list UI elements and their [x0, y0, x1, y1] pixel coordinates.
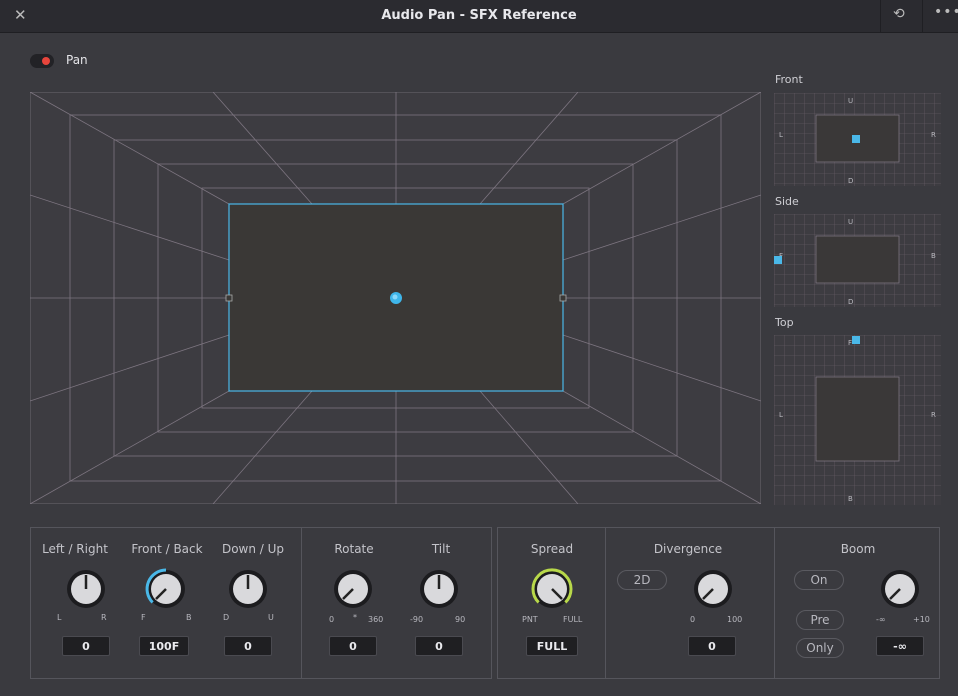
svg-text:F: F: [848, 339, 852, 347]
boom-only-toggle[interactable]: Only: [796, 638, 844, 658]
reset-icon[interactable]: ⟲: [893, 6, 905, 22]
side-view-label: Side: [775, 195, 799, 208]
pan-3d-view[interactable]: [30, 92, 761, 504]
down-up-value[interactable]: 0: [224, 636, 272, 656]
left-right-min: L: [57, 613, 62, 622]
svg-text:U: U: [848, 218, 853, 226]
plane-handle-left[interactable]: [225, 294, 233, 302]
pan-toggle-indicator: [42, 57, 50, 65]
left-right-max: R: [101, 613, 107, 622]
side-position-marker[interactable]: [774, 256, 782, 264]
top-view[interactable]: F B L R: [774, 335, 941, 505]
spread-knob[interactable]: [530, 567, 574, 611]
panel-divider: [301, 528, 302, 678]
pan-position-highlight: [392, 294, 398, 300]
position-panel: Left / Right L R 0 Front / Back F B 100F…: [30, 527, 492, 679]
spread-label: Spread: [530, 542, 574, 556]
tilt-label: Tilt: [431, 542, 451, 556]
title-separator: [922, 0, 923, 32]
front-back-max: B: [186, 613, 192, 622]
pan-toggle[interactable]: [30, 54, 54, 68]
top-view-label: Top: [775, 316, 794, 329]
panel-divider: [605, 528, 606, 678]
svg-text:B: B: [931, 252, 936, 260]
boom-value[interactable]: -∞: [876, 636, 924, 656]
boom-max: +10: [913, 615, 930, 624]
title-bar: ✕ Audio Pan - SFX Reference ⟲ •••: [0, 0, 958, 33]
front-back-min: F: [141, 613, 146, 622]
tilt-max: 90: [455, 615, 466, 624]
left-right-value[interactable]: 0: [62, 636, 110, 656]
front-back-knob[interactable]: [144, 567, 188, 611]
svg-text:B: B: [848, 495, 853, 503]
spread-min: PNT: [522, 615, 538, 624]
left-right-knob[interactable]: [64, 567, 108, 611]
plane-handle-right[interactable]: [559, 294, 567, 302]
front-back-value[interactable]: 100F: [139, 636, 189, 656]
side-view[interactable]: U D F B: [774, 214, 941, 307]
boom-knob[interactable]: [878, 567, 922, 611]
rotate-value[interactable]: 0: [329, 636, 377, 656]
window-title: Audio Pan - SFX Reference: [381, 8, 577, 23]
controls-area: Left / Right L R 0 Front / Back F B 100F…: [30, 527, 940, 679]
svg-text:D: D: [848, 298, 853, 306]
divergence-label: Divergence: [653, 542, 723, 556]
svg-text:L: L: [779, 131, 783, 139]
boom-min: -∞: [876, 615, 886, 624]
rotate-min: 0: [329, 615, 335, 624]
title-separator: [880, 0, 881, 32]
svg-text:U: U: [848, 97, 853, 105]
tilt-knob[interactable]: [417, 567, 461, 611]
left-right-label: Left / Right: [42, 542, 108, 556]
more-icon[interactable]: •••: [934, 4, 958, 20]
rotate-max: 360: [368, 615, 384, 624]
down-up-max: U: [268, 613, 274, 622]
front-position-marker[interactable]: [852, 135, 860, 143]
front-view-label: Front: [775, 73, 803, 86]
rotate-mid: *: [353, 613, 357, 622]
front-view[interactable]: U D L R: [774, 93, 941, 186]
tilt-value[interactable]: 0: [415, 636, 463, 656]
divergence-max: 100: [727, 615, 743, 624]
divergence-min: 0: [690, 615, 696, 624]
pan-label: Pan: [66, 53, 88, 67]
boom-label: Boom: [840, 542, 876, 556]
divergence-knob[interactable]: [691, 567, 735, 611]
boom-pre-toggle[interactable]: Pre: [796, 610, 844, 630]
front-back-label: Front / Back: [131, 542, 203, 556]
down-up-knob[interactable]: [226, 567, 270, 611]
tilt-min: -90: [410, 615, 424, 624]
svg-text:D: D: [848, 177, 853, 185]
spread-max: FULL: [563, 615, 583, 624]
boom-on-toggle[interactable]: On: [794, 570, 844, 590]
panel-divider: [774, 528, 775, 678]
down-up-label: Down / Up: [221, 542, 285, 556]
mode-2d-toggle[interactable]: 2D: [617, 570, 667, 590]
rotate-label: Rotate: [334, 542, 374, 556]
spread-value[interactable]: FULL: [526, 636, 578, 656]
top-position-marker[interactable]: [852, 336, 860, 344]
svg-text:R: R: [931, 131, 936, 139]
spread-panel: Spread PNT FULL FULL Divergence 2D 0 100…: [497, 527, 940, 679]
down-up-min: D: [223, 613, 230, 622]
divergence-value[interactable]: 0: [688, 636, 736, 656]
svg-text:L: L: [779, 411, 783, 419]
svg-text:R: R: [931, 411, 936, 419]
rotate-knob[interactable]: [331, 567, 375, 611]
